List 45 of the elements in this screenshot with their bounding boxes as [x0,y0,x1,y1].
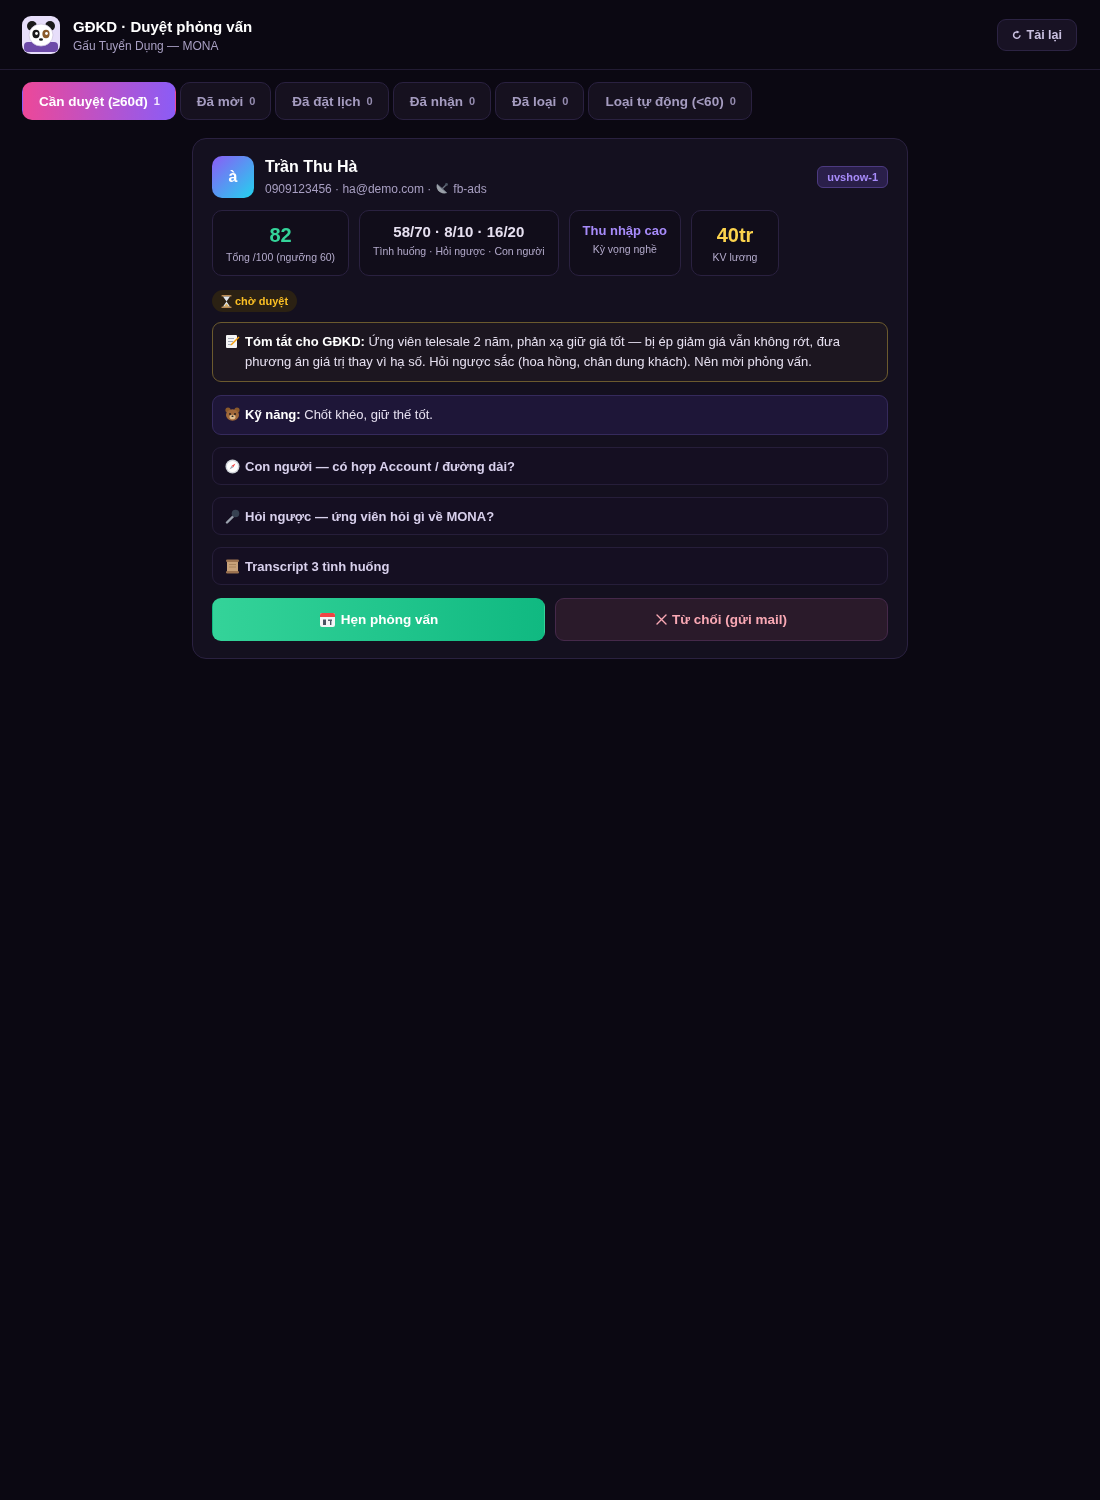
refresh-icon [1011,30,1022,40]
app-title: GĐKD · Duyệt phỏng vấn [73,17,253,35]
stat-label: KV lương [712,251,758,263]
filter-tab[interactable]: Đã nhận 0 [392,82,492,120]
tab-count: 0 [562,95,569,107]
stat-value: Thu nhập cao [582,223,667,239]
filter-tab[interactable]: Cần duyệt (≥60đ) 1 [22,82,176,120]
microphone-icon [225,508,240,524]
notepad-pencil-icon [225,334,240,349]
compass-icon [225,458,240,474]
calendar-icon [318,611,336,628]
stat-value: 82 [269,223,292,247]
panda-icon [22,16,60,54]
skills-text: Kỹ năng: Chốt khéo, giữ thế tốt. [245,406,434,424]
filter-tab[interactable]: Loại tự động (<60) 0 [588,82,752,120]
tab-count: 0 [468,95,476,107]
hourglass-icon [221,294,232,308]
stat-value: 58/70 · 8/10 · 16/20 [393,223,525,241]
tab-count: 1 [153,95,160,107]
stat-label: Tình huống · Hỏi ngược · Con người [373,245,545,257]
tab-count: 0 [249,95,256,107]
avatar: à [212,156,254,198]
stat-label: Kỳ vọng nghề [592,243,657,255]
tab-count: 0 [729,95,736,107]
cross-icon [656,614,668,625]
reject-button[interactable]: Từ chối (gửi mail) [555,598,888,641]
contact-info: 0909123456 · ha@demo.com · [265,181,432,196]
scroll-icon [225,558,240,574]
accordion-header[interactable]: Transcript 3 tình huống [212,547,888,585]
candidate-name: Trần Thu Hà [265,157,359,176]
accordion-header[interactable]: Con người — có hợp Account / đường dài? [212,447,888,485]
bear-icon [225,407,240,421]
id-badge: uvshow-1 [817,166,888,188]
filter-tab[interactable]: Đã đặt lịch 0 [275,82,389,120]
source-text: fb-ads [453,181,487,196]
tab-count: 0 [366,95,373,107]
stat-label: Tổng /100 (ngưỡng 60) [226,251,336,263]
app-subtitle: Gấu Tuyển Dụng — MONA [73,38,220,53]
filter-tab[interactable]: Đã mời 0 [179,82,272,120]
filter-tab[interactable]: Đã loại 0 [495,82,585,120]
status-text: chờ duyệt [235,295,289,307]
stat-value: 40tr [716,223,754,247]
reload-button[interactable]: Tải lại [996,19,1077,51]
summary-text: Tóm tắt cho GĐKD: Ứng viên telesale 2 năm, phản xạ giữ giá tốt — bị ép giảm giá vẫn không rớt, đưa phương án giá trị thay vì hạ số. Hỏi ngược sắc (hoa hồng, chân dung khách). Nên mời phỏng vấn. [245,333,841,371]
accordion-header[interactable]: Hỏi ngược — ứng viên hỏi gì về MONA? [212,497,888,535]
